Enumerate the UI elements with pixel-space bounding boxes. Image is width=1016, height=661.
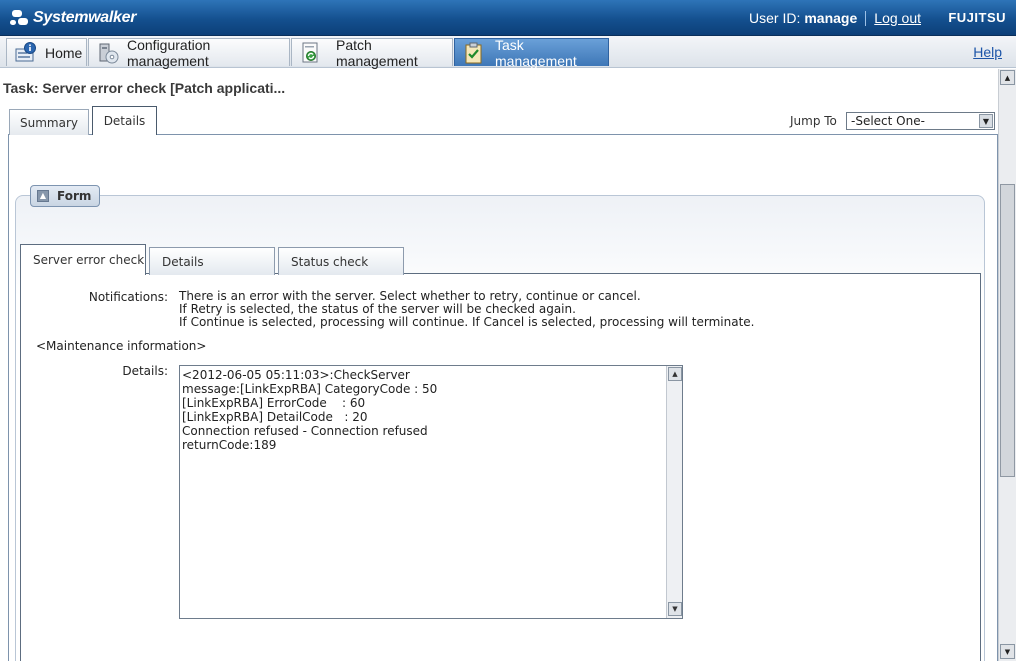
app-header: Systemwalker User ID: manage Log out FUJ… [0, 0, 1016, 36]
help-link[interactable]: Help [973, 44, 1002, 60]
details-textarea[interactable]: <2012-06-05 05:11:03>:CheckServer messag… [179, 365, 683, 619]
logout-link[interactable]: Log out [874, 10, 921, 26]
jump-to-value: -Select One- [851, 114, 925, 128]
home-info-icon [15, 41, 37, 64]
tab-label: Details [103, 114, 146, 128]
page-scrollbar[interactable]: ▲ ▼ [998, 69, 1016, 661]
nav-tab-label: Configuration management [127, 36, 211, 69]
jump-to-label: Jump To [790, 114, 837, 128]
form-title: Form [57, 189, 92, 203]
tab-label: Server error check [33, 253, 145, 267]
maintenance-heading: <Maintenance information> [36, 339, 207, 353]
tab-details[interactable]: Details [92, 106, 157, 135]
chevron-down-icon[interactable]: ▼ [979, 114, 993, 128]
scroll-up-icon[interactable]: ▲ [1000, 70, 1015, 85]
brand-logo: Systemwalker [10, 7, 136, 29]
clipboard-check-icon [463, 42, 485, 64]
nav-tab-label: Home [45, 44, 83, 61]
scroll-down-icon[interactable]: ▼ [1000, 644, 1015, 659]
nav-tab-label: Task management [495, 36, 577, 69]
nav-tab-label: Patch management [336, 36, 418, 69]
user-id-value: manage [804, 10, 858, 26]
details-text: <2012-06-05 05:11:03>:CheckServer messag… [182, 368, 438, 452]
scrollbar-thumb[interactable] [1000, 184, 1015, 477]
nav-tab-configuration-management[interactable]: Configuration management [88, 36, 290, 69]
content-area: Task: Server error check [Patch applicat… [0, 69, 998, 661]
nav-tab-patch-management[interactable]: Patch management [291, 36, 453, 69]
patch-document-icon [300, 42, 322, 64]
tab-label: Summary [20, 115, 78, 130]
fujitsu-logo: FUJITSU [948, 10, 1006, 25]
form-section-header[interactable]: ▲ Form [30, 185, 101, 207]
scroll-up-icon[interactable]: ▲ [668, 367, 682, 381]
tab-form-details[interactable]: Details [149, 247, 275, 275]
computer-cd-icon [97, 42, 119, 64]
tab-label: Details [162, 254, 204, 269]
notification-line: If Continue is selected, processing will… [179, 315, 755, 329]
tab-label: Status check [291, 254, 369, 269]
scroll-down-icon[interactable]: ▼ [668, 602, 682, 616]
collapse-up-icon[interactable]: ▲ [37, 190, 49, 202]
tab-summary[interactable]: Summary [9, 109, 89, 135]
brand-name: Systemwalker [33, 9, 137, 26]
notifications-label: Notifications: [88, 290, 168, 304]
systemwalker-logo-icon [10, 9, 30, 27]
details-label: Details: [122, 364, 168, 378]
divider [865, 10, 867, 26]
user-id-label: User ID: [749, 10, 801, 26]
user-area: User ID: manage Log out [749, 10, 921, 26]
main-nav: Home Configuration management Patch mana… [0, 36, 1016, 69]
tab-server-error-check[interactable]: Server error check [20, 244, 146, 275]
page-title: Task: Server error check [Patch applicat… [3, 80, 286, 96]
nav-tab-home[interactable]: Home [6, 38, 87, 66]
textarea-scrollbar[interactable]: ▲ ▼ [666, 366, 682, 618]
jump-to-select[interactable]: -Select One- ▼ [846, 112, 995, 130]
tab-status-check[interactable]: Status check [278, 247, 404, 275]
nav-tab-task-management[interactable]: Task management [454, 36, 609, 69]
